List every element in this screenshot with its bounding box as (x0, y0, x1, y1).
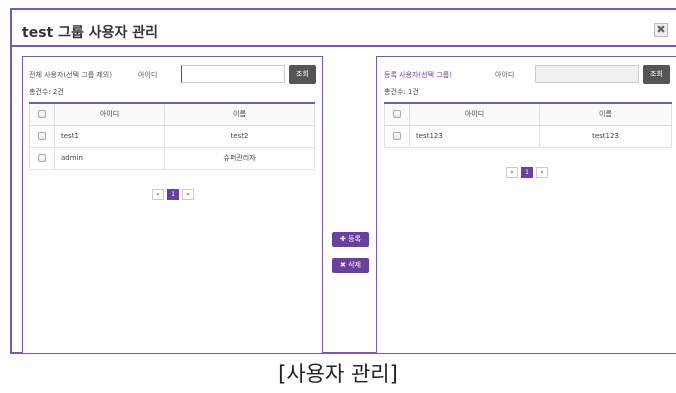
table-row[interactable]: admin 슈퍼관리자 (29, 146, 315, 170)
right-id-search-input[interactable] (535, 65, 639, 83)
right-total-count: 총건수: 1건 (384, 88, 419, 96)
right-id-label: 아이디 (495, 71, 515, 79)
left-id-label: 아이디 (138, 71, 158, 79)
select-all-checkbox[interactable] (384, 102, 410, 126)
all-users-table: 아이디 이름 test1 test2 admin 슈퍼관리자 (29, 102, 315, 170)
row-checkbox[interactable] (384, 124, 410, 148)
row-name: 슈퍼관리자 (164, 146, 315, 170)
row-id: test123 (409, 124, 540, 148)
row-id: admin (54, 146, 165, 170)
right-search-button[interactable]: 조회 (643, 65, 670, 84)
left-id-search-input[interactable] (181, 65, 285, 83)
close-icon[interactable]: ✖ (654, 23, 668, 37)
register-button[interactable]: ✚ 등록 (332, 232, 369, 247)
registered-users-label: 등록 사용자(선택 그룹) (384, 71, 452, 79)
left-total-count: 총건수: 2건 (29, 88, 64, 96)
column-header-id: 아이디 (54, 102, 165, 126)
first-page-button[interactable]: « (506, 167, 518, 178)
figure-caption: [사용자 관리] (278, 362, 398, 386)
all-users-label: 전체 사용자(선택 그룹 제외) (29, 71, 112, 79)
delete-button[interactable]: ✖ 삭제 (332, 258, 369, 273)
registered-users-panel: 등록 사용자(선택 그룹) 아이디 조회 총건수: 1건 아이디 이름 test… (376, 56, 676, 354)
row-checkbox[interactable] (29, 146, 55, 170)
select-all-checkbox[interactable] (29, 102, 55, 126)
right-pagination: « 1 » (506, 167, 548, 178)
page-1-button[interactable]: 1 (521, 167, 533, 178)
left-pagination: « 1 » (152, 189, 194, 200)
column-header-name: 이름 (539, 102, 672, 126)
row-checkbox[interactable] (29, 124, 55, 148)
user-management-dialog: test 그룹 사용자 관리 ✖ 전체 사용자(선택 그룹 제외) 아이디 조회… (10, 8, 676, 354)
first-page-button[interactable]: « (152, 189, 164, 200)
page-1-button[interactable]: 1 (167, 189, 179, 200)
row-name: test123 (539, 124, 672, 148)
row-name: test2 (164, 124, 315, 148)
column-header-name: 이름 (164, 102, 315, 126)
left-search-button[interactable]: 조회 (289, 65, 316, 84)
row-id: test1 (54, 124, 165, 148)
table-row[interactable]: test1 test2 (29, 124, 315, 148)
registered-users-table: 아이디 이름 test123 test123 (384, 102, 672, 148)
dialog-title: test 그룹 사용자 관리 (22, 25, 158, 41)
column-header-id: 아이디 (409, 102, 540, 126)
last-page-button[interactable]: » (536, 167, 548, 178)
table-row[interactable]: test123 test123 (384, 124, 672, 148)
last-page-button[interactable]: » (182, 189, 194, 200)
all-users-panel: 전체 사용자(선택 그룹 제외) 아이디 조회 총건수: 2건 아이디 이름 t… (22, 56, 323, 354)
title-divider (12, 45, 676, 47)
